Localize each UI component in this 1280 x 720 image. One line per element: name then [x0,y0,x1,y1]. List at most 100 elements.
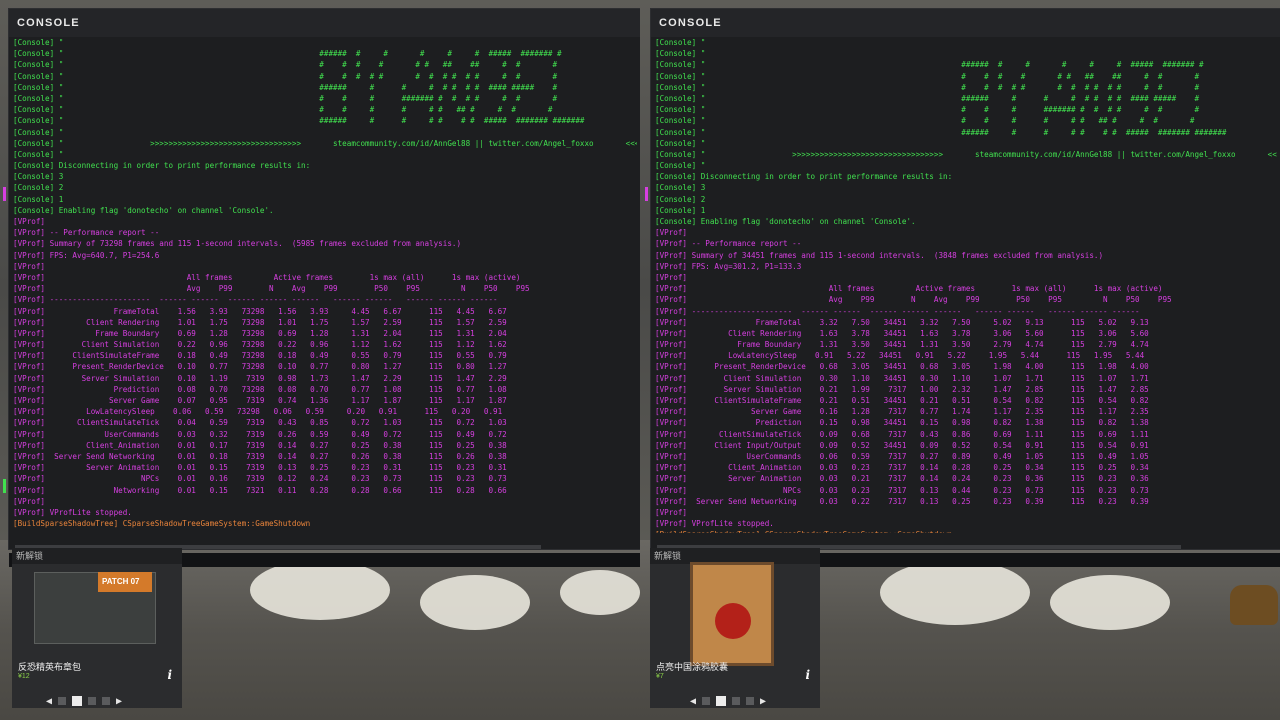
pager-dot-active[interactable] [716,696,727,706]
next-arrow-icon[interactable]: ▶ [116,696,122,707]
console-line: [Console] 1 [13,194,64,204]
pager-dot[interactable] [88,697,97,705]
console-line: [Console] Disconnecting in order to prin… [655,172,953,182]
scroll-marker [3,479,6,493]
console-line: [VProf] Frame Boundary 1.31 3.50 34451 1… [655,340,1149,350]
item-tag: ¥7 [656,673,664,680]
capsule-emblem [715,603,751,639]
console-window: CONSOLE [Console] " [Console] " [Console] … [645,8,1280,567]
patch-number: 07 [130,577,140,586]
console-line: [VProf] NPCs 0.03 0.23 7317 0.13 0.44 0.… [655,485,1149,495]
console-line: [VProf] ClientSimulateFrame 0.18 0.49 73… [13,351,507,361]
console-line: [VProf] -- Performance report -- [655,239,802,249]
console-line: [VProf] Client_Animation 0.03 0.23 7317 … [655,463,1149,473]
console-line: [Console] " [13,38,64,47]
item-inspect-card[interactable]: 新解锁 PATCH 07 反恐精英布章包 ¥12 i [12,548,182,708]
console-line: [VProf] VProfLite stopped. [655,519,774,529]
console-line: [VProf] Client Simulation 0.22 0.96 7329… [13,340,507,350]
console-line: [VProf] Prediction 0.08 0.70 73298 0.08 … [13,384,507,394]
console-line: [Console] " # # # # # # ## ## # # # [655,71,1200,81]
right-pane: CONSOLE [Console] " [Console] " [Console] … [640,0,1280,720]
info-icon[interactable]: i [167,668,172,682]
road-marking [560,570,640,615]
console-line: [VProf] All frames Active frames 1s max … [13,272,521,282]
pager-dot-active[interactable] [72,696,83,706]
console-line: [Console] Enabling flag 'donotecho' on c… [13,205,274,215]
console-line: [VProf] Summary of 34451 frames and 115 … [655,250,1104,260]
console-line: [VProf] FPS: Avg=301.2, P1=133.3 [655,261,802,271]
item-inspect-card[interactable]: 新解锁 点亮中国涂鸦胶囊 ¥7 i [650,548,820,708]
prev-arrow-icon[interactable]: ◀ [46,696,52,707]
info-icon[interactable]: i [805,668,810,682]
item-image [668,562,798,666]
console-line: [VProf] Avg P99 N Avg P99 P50 P95 N P50 … [655,295,1172,305]
console-line: [VProf] Prediction 0.15 0.98 34451 0.15 … [655,418,1149,428]
item-tag: ¥12 [18,673,30,680]
console-line: [VProf] LowLatencySleep 0.06 0.59 73298 … [13,407,503,417]
console-line: [VProf] [655,228,688,238]
patch-label: PATCH [102,577,129,586]
player-boot [1230,585,1278,625]
console-line: [VProf] Server Game 0.16 1.28 7317 0.77 … [655,407,1149,417]
scroll-marker [3,187,6,201]
scroll-marker [645,187,648,201]
console-line: [Console] " # # # ####### # # # # # # # [655,105,1200,115]
console-line: [VProf] LowLatencySleep 0.91 5.22 34451 … [655,351,1145,361]
console-line: [VProf] FrameTotal 1.56 3.93 73298 1.56 … [13,306,507,316]
console-line: [VProf] Frame Boundary 0.69 1.28 73298 0… [13,328,507,338]
road-marking [1050,575,1170,630]
item-pager: ◀ ▶ [690,694,766,708]
item-name: 点亮中国涂鸦胶囊 [656,662,729,672]
item-image: PATCH 07 [30,562,160,662]
console-line: [Console] " # # # # # # ## # # # # [13,105,553,115]
console-line: [VProf] Server Game 0.07 0.95 7319 0.74 … [13,396,507,405]
pager-dot[interactable] [732,697,741,705]
prev-arrow-icon[interactable]: ◀ [690,696,696,707]
console-line: [VProf] Present_RenderDevice 0.68 3.05 3… [655,362,1149,372]
console-log[interactable]: [Console] " [Console] " [Console] " ######… [655,37,1277,533]
console-line: [VProf] Server Send Networking 0.01 0.18… [13,451,507,461]
console-line: [VProf] Client Rendering 1.01 1.75 73298… [13,317,507,327]
console-line: [VProf] Client_Animation 0.01 0.17 7319 … [13,440,507,450]
console-line: [VProf] Server Animation 0.01 0.15 7319 … [13,463,507,473]
console-line: [Console] Enabling flag 'donotecho' on c… [655,217,916,226]
console-line: [Console] " ###### # # # # # # # #### ##… [655,93,1200,103]
console-line: [Console] " [655,49,706,59]
console-line: [Console] " ###### # # # # # ##### #####… [13,49,562,59]
console-line: [VProf] [655,507,688,517]
console-log[interactable]: [Console] " [Console] " ###### # # # # # … [13,37,637,533]
console-line: [Console] " ###### # # # # # ##### #####… [655,60,1204,70]
console-title: CONSOLE [9,9,640,37]
console-line: [VProf] Server Simulation 0.21 1.99 7317… [655,384,1149,394]
console-line: [Console] " [13,149,64,159]
console-line: [VProf] UserCommands 0.06 0.59 7317 0.27… [655,451,1149,461]
pager-dot[interactable] [58,697,67,705]
console-line: [VProf] Avg P99 N Avg P99 P50 P95 N P50 … [13,284,530,294]
next-arrow-icon[interactable]: ▶ [760,696,766,707]
pager-dot[interactable] [702,697,711,705]
console-line: [VProf] NPCs 0.01 0.16 7319 0.12 0.24 0.… [13,474,507,484]
console-line: [Console] " [13,127,64,137]
graffiti-capsule-image [690,562,774,666]
console-line: [VProf] [13,217,46,226]
item-pager: ◀ ▶ [46,694,122,708]
console-window: CONSOLE [Console] " [Console] " ###### # … [3,8,640,567]
console-line: [Console] " >>>>>>>>>>>>>>>>>>>>>>>>>>>>… [13,138,637,148]
console-line: [Console] 3 [13,172,64,182]
console-line: [VProf] [13,496,46,506]
console-line: [VProf] UserCommands 0.03 0.32 7319 0.26… [13,429,507,439]
pager-dot[interactable] [102,697,111,705]
console-line: [VProf] Server Animation 0.03 0.21 7317 … [655,474,1149,484]
console-line: [Console] " # # # ####### # # # # # # # [13,93,558,103]
console-line: [VProf] ClientSimulateFrame 0.21 0.51 34… [655,396,1149,405]
console-line: [VProf] Present_RenderDevice 0.10 0.77 7… [13,362,507,372]
console-line: [VProf] [13,261,46,271]
console-line: [VProf] FPS: Avg=640.7, P1=254.6 [13,250,160,260]
console-line: [Console] " >>>>>>>>>>>>>>>>>>>>>>>>>>>>… [655,149,1277,159]
console-line: [VProf] ClientSimulateTick 0.09 0.68 731… [655,429,1149,439]
console-line: [Console] Disconnecting in order to prin… [13,161,311,171]
pager-dot[interactable] [746,697,755,705]
left-pane: CONSOLE [Console] " [Console] " ###### # … [0,0,640,720]
patch-number-badge: PATCH 07 [98,572,152,592]
console-line: [VProf] Server Simulation 0.10 1.19 7319… [13,373,507,383]
